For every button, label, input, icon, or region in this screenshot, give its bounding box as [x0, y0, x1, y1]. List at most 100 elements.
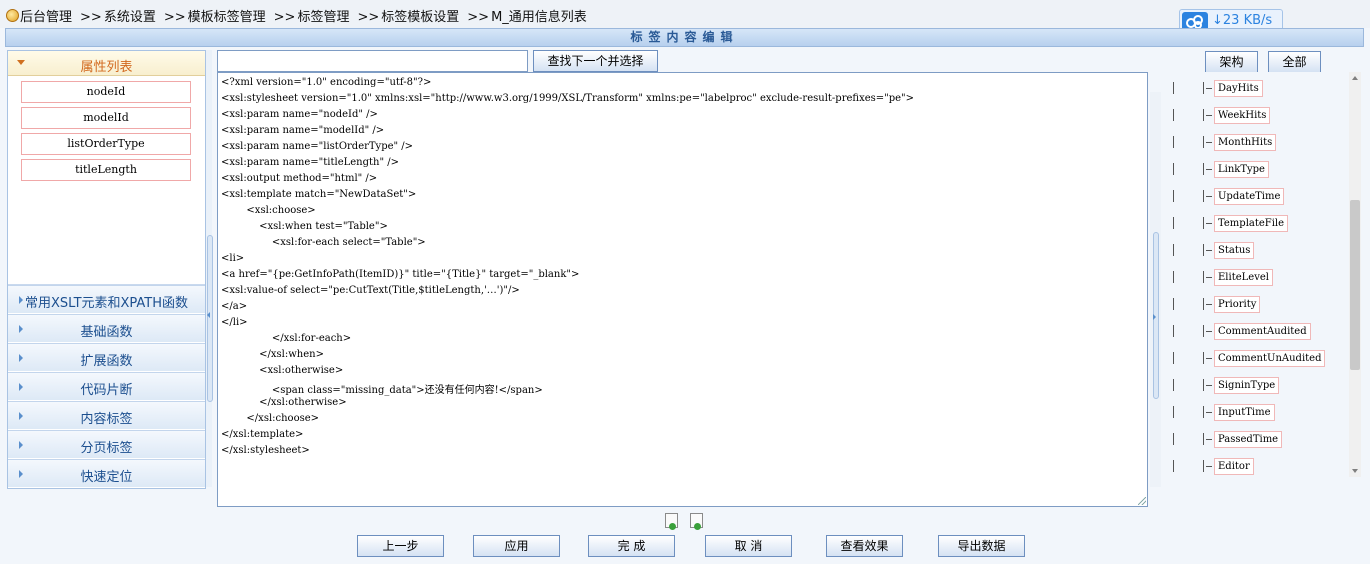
breadcrumb-trail: 后台管理 >> 系统设置 >> 模板标签管理 >> 标签管理 >> 标签模板设置 >> M_通用信息… [20, 6, 589, 25]
field-node-linktype[interactable]: LinkType [1214, 161, 1269, 178]
finish-button[interactable]: 完 成 [588, 535, 675, 557]
tree-row: PassedTime [1163, 430, 1348, 450]
field-tree: DayHits WeekHits MonthHits LinkType Upda… [1163, 72, 1348, 477]
code-line: <xsl:param name="nodeId" /> [221, 109, 378, 120]
expand-editor-icon[interactable] [690, 513, 703, 530]
field-node-status[interactable]: Status [1214, 242, 1255, 259]
home-icon [6, 9, 19, 22]
apply-button[interactable]: 应用 [473, 535, 560, 557]
code-line: </xsl:otherwise> [221, 397, 347, 408]
left-splitter[interactable] [206, 50, 213, 487]
code-editor[interactable]: <?xml version="1.0" encoding="utf-8"?> <… [217, 72, 1148, 507]
field-node-weekhits[interactable]: WeekHits [1214, 107, 1271, 124]
attribute-item-titlelength[interactable]: titleLength [21, 159, 191, 181]
code-line: <xsl:param name="listOrderType" /> [221, 141, 414, 152]
field-node-passedtime[interactable]: PassedTime [1214, 431, 1283, 448]
code-line: </xsl:choose> [221, 413, 320, 424]
field-node-inputtime[interactable]: InputTime [1214, 404, 1275, 421]
breadcrumb: 后台管理 >> 系统设置 >> 模板标签管理 >> 标签管理 >> 标签模板设置 >> M_通用信息… [0, 0, 1370, 28]
right-splitter[interactable] [1150, 92, 1161, 487]
panel-title-bar: 标签内容编辑 [5, 28, 1364, 47]
accordion-label: 常用XSLT元素和XPATH函数 [24, 296, 189, 311]
accordion-extended-functions[interactable]: 扩展函数 [8, 343, 205, 371]
resize-handle[interactable] [1138, 497, 1146, 505]
accordion-code-snippets[interactable]: 代码片断 [8, 372, 205, 400]
collapse-left-icon[interactable] [207, 312, 210, 318]
breadcrumb-item-system-settings[interactable]: 系统设置 [104, 10, 156, 25]
all-button[interactable]: 全部 [1268, 51, 1321, 73]
shrink-editor-icon[interactable] [665, 513, 678, 530]
tree-row: CommentUnAudited [1163, 349, 1348, 369]
tree-row: WeekHits [1163, 106, 1348, 126]
field-node-commentaudited[interactable]: CommentAudited [1214, 323, 1311, 340]
attribute-item-nodeid[interactable]: nodeId [21, 81, 191, 103]
field-node-updatetime[interactable]: UpdateTime [1214, 188, 1285, 205]
accordion-paging-labels[interactable]: 分页标签 [8, 430, 205, 458]
accordion-quick-locate[interactable]: 快速定位 [8, 459, 205, 487]
breadcrumb-item-label-template-settings[interactable]: 标签模板设置 [381, 10, 459, 25]
splitter-grip[interactable] [207, 235, 213, 402]
code-line: </a> [221, 301, 248, 312]
tree-row: CommentAudited [1163, 322, 1348, 342]
code-line: <?xml version="1.0" encoding="utf-8"?> [221, 77, 432, 88]
tree-row: SigninType [1163, 376, 1348, 396]
code-line: </xsl:for-each> [221, 333, 352, 344]
field-node-signintype[interactable]: SigninType [1214, 377, 1280, 394]
tree-row: Editor [1163, 457, 1348, 477]
collapse-right-icon[interactable] [1153, 314, 1156, 320]
field-node-dayhits[interactable]: DayHits [1214, 80, 1263, 97]
field-node-commentunaudited[interactable]: CommentUnAudited [1214, 350, 1326, 367]
code-line: </xsl:when> [221, 349, 324, 360]
code-line: <xsl:param name="titleLength" /> [221, 157, 400, 168]
breadcrumb-separator: >> [273, 10, 296, 25]
scroll-up-icon[interactable] [1352, 76, 1358, 80]
accordion-basic-functions[interactable]: 基础函数 [8, 314, 205, 342]
accordion-xslt-xpath[interactable]: 常用XSLT元素和XPATH函数 [8, 285, 205, 313]
breadcrumb-separator: >> [163, 10, 186, 25]
accordion-label: 内容标签 [80, 412, 133, 427]
tree-row: TemplateFile [1163, 214, 1348, 234]
find-next-button[interactable]: 查找下一个并选择 [533, 50, 658, 72]
previous-step-button[interactable]: 上一步 [357, 535, 444, 557]
breadcrumb-item-admin[interactable]: 后台管理 [20, 10, 72, 25]
code-line: <xsl:for-each select="Table"> [221, 237, 426, 248]
field-node-elitelevel[interactable]: EliteLevel [1214, 269, 1273, 286]
scroll-down-icon[interactable] [1352, 469, 1358, 473]
field-node-templatefile[interactable]: TemplateFile [1214, 215, 1289, 232]
accordion-content-labels[interactable]: 内容标签 [8, 401, 205, 429]
tree-row: EliteLevel [1163, 268, 1348, 288]
accordion-label: 代码片断 [80, 383, 133, 398]
code-line: <span class="missing_data">还没有任何内容!</spa… [221, 385, 543, 396]
attributes-header[interactable]: 属性列表 [8, 51, 205, 76]
preview-effect-button[interactable]: 查看效果 [826, 535, 903, 557]
code-line: <xsl:otherwise> [221, 365, 344, 376]
attributes-header-label: 属性列表 [80, 60, 133, 75]
tree-row: InputTime [1163, 403, 1348, 423]
structure-button[interactable]: 架构 [1205, 51, 1258, 73]
tree-row: DayHits [1163, 79, 1348, 99]
search-input[interactable] [217, 50, 528, 72]
code-line: <a href="{pe:GetInfoPath(ItemID)}" title… [221, 269, 580, 280]
breadcrumb-item-label-manage[interactable]: 标签管理 [297, 10, 349, 25]
code-line: <xsl:output method="html" /> [221, 173, 378, 184]
code-line: <xsl:when test="Table"> [221, 221, 388, 232]
scrollbar-thumb[interactable] [1350, 200, 1360, 370]
cancel-button[interactable]: 取 消 [705, 535, 792, 557]
code-line: <xsl:stylesheet version="1.0" xmlns:xsl=… [221, 93, 915, 104]
field-node-priority[interactable]: Priority [1214, 296, 1261, 313]
accordion-label: 快速定位 [80, 470, 133, 485]
accordion-label: 扩展函数 [80, 354, 133, 369]
network-speed-text: ↓23 KB/s [1212, 13, 1273, 28]
field-node-monthhits[interactable]: MonthHits [1214, 134, 1277, 151]
attribute-item-listordertype[interactable]: listOrderType [21, 133, 191, 155]
attribute-item-modelid[interactable]: modelId [21, 107, 191, 129]
tree-row: MonthHits [1163, 133, 1348, 153]
left-panel: 属性列表 nodeId modelId listOrderType titleL… [7, 50, 206, 489]
breadcrumb-item-template-label-manage[interactable]: 模板标签管理 [188, 10, 266, 25]
field-node-editor[interactable]: Editor [1214, 458, 1254, 475]
export-data-button[interactable]: 导出数据 [938, 535, 1025, 557]
code-line: <xsl:param name="modelId" /> [221, 125, 385, 136]
code-line: <xsl:template match="NewDataSet"> [221, 189, 417, 200]
tree-row: LinkType [1163, 160, 1348, 180]
tree-scrollbar[interactable] [1349, 72, 1361, 477]
